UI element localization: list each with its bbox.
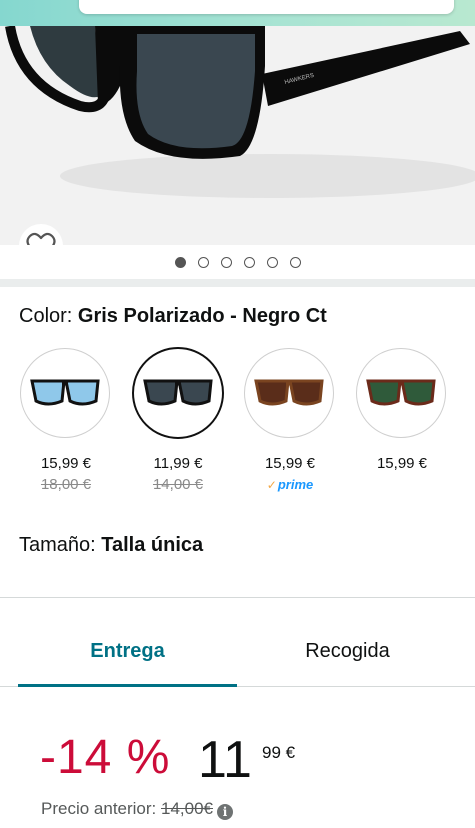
image-pagination (0, 245, 475, 279)
tab-entrega[interactable]: Entrega (9, 640, 246, 663)
color-swatch-2-selected[interactable] (132, 347, 224, 439)
swatch-price: 11,99 € (153, 455, 203, 472)
color-swatch-4[interactable] (356, 348, 446, 438)
search-box[interactable] (79, 0, 454, 14)
pagination-dot[interactable] (220, 256, 232, 268)
previous-price-value: 14,00€ (161, 799, 213, 818)
sunglasses-thumb-icon (30, 379, 100, 406)
size-value: Talla única (101, 534, 204, 556)
prime-label: prime (277, 477, 314, 492)
swatch-old-price: 18,00 € (40, 476, 92, 493)
prime-check-icon: ✓ (266, 478, 277, 492)
pagination-dot[interactable] (266, 256, 278, 268)
top-header (0, 0, 475, 26)
previous-price: Precio anterior: 14,00€ i (41, 799, 233, 820)
swatch-price-1: 15,99 € 18,00 € (11, 455, 121, 493)
heart-icon (26, 232, 56, 245)
info-icon[interactable]: i (217, 804, 233, 820)
color-swatch-3[interactable] (244, 348, 334, 438)
prime-badge: ✓prime (235, 477, 345, 492)
sunglasses-thumb-icon (366, 379, 436, 406)
swatch-price-3: 15,99 € ✓prime (235, 455, 345, 492)
pagination-dot[interactable] (174, 256, 186, 268)
color-value: Gris Polarizado - Negro Ct (77, 305, 327, 327)
swatch-price: 15,99 € (376, 455, 428, 472)
color-label: Color: (19, 305, 78, 327)
sunglasses-image: HAWKERS (0, 26, 475, 198)
color-swatch-1[interactable] (20, 348, 110, 438)
swatch-old-price: 14,00 € (152, 476, 204, 493)
price-fraction: 99 € (262, 743, 296, 762)
size-heading: Tamaño: Talla única (19, 534, 203, 557)
size-label: Tamaño: (19, 534, 102, 556)
discount-percentage: -14 % (40, 731, 171, 784)
pagination-dot[interactable] (197, 256, 209, 268)
color-heading: Color: Gris Polarizado - Negro Ct (19, 305, 327, 328)
swatch-price: 15,99 € (40, 455, 92, 472)
swatch-price-2: 11,99 € 14,00 € (123, 455, 233, 493)
pagination-dot[interactable] (289, 256, 301, 268)
previous-price-label: Precio anterior: (41, 799, 161, 818)
pagination-dot[interactable] (243, 256, 255, 268)
swatch-price-4: 15,99 € (347, 455, 457, 472)
divider (0, 597, 475, 598)
sunglasses-thumb-icon (143, 379, 213, 406)
section-divider (0, 279, 475, 287)
sunglasses-thumb-icon (254, 379, 324, 406)
active-tab-indicator (18, 684, 237, 687)
product-image[interactable]: HAWKERS (0, 26, 475, 245)
tab-recogida[interactable]: Recogida (229, 640, 466, 663)
swatch-price: 15,99 € (264, 455, 316, 472)
price-whole: 11 (198, 731, 252, 789)
